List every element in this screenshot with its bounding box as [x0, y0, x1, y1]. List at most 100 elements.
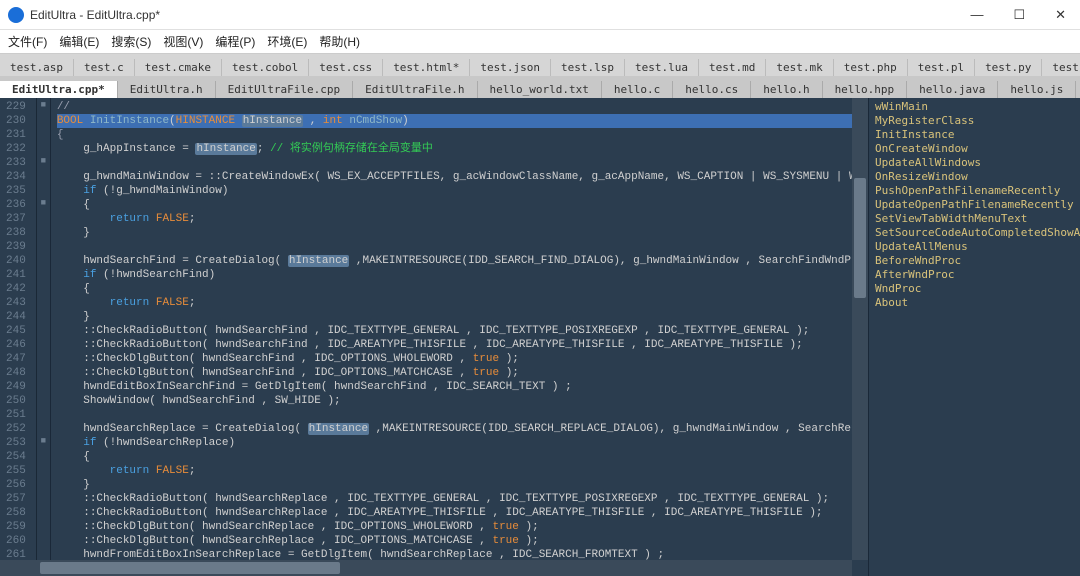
file-tab[interactable]: EditUltra.cpp*	[0, 81, 118, 98]
code-line[interactable]	[57, 156, 862, 170]
symbol-item[interactable]: OnCreateWindow	[875, 142, 1074, 156]
code-line[interactable]: return FALSE;	[57, 296, 862, 310]
file-tab[interactable]: hello.txt	[1076, 81, 1080, 98]
symbol-item[interactable]: OnResizeWindow	[875, 170, 1074, 184]
fold-marker[interactable]	[37, 224, 50, 238]
fold-marker[interactable]	[37, 210, 50, 224]
fold-marker[interactable]: ■	[37, 434, 50, 448]
fold-marker[interactable]: ■	[37, 98, 50, 112]
code-line[interactable]: ShowWindow( hwndSearchFind , SW_HIDE );	[57, 394, 862, 408]
symbol-item[interactable]: PushOpenPathFilenameRecently	[875, 184, 1074, 198]
fold-marker[interactable]	[37, 490, 50, 504]
fold-marker[interactable]	[37, 378, 50, 392]
fold-marker[interactable]	[37, 280, 50, 294]
code-line[interactable]: if (!hwndSearchFind)	[57, 268, 862, 282]
code-area[interactable]: //BOOL InitInstance(HINSTANCE hInstance …	[51, 98, 868, 576]
code-line[interactable]: return FALSE;	[57, 464, 862, 478]
filetype-tab[interactable]: test.cobol	[222, 59, 309, 76]
file-tab[interactable]: hello_world.txt	[478, 81, 602, 98]
code-line[interactable]: g_hwndMainWindow = ::CreateWindowEx( WS_…	[57, 170, 862, 184]
code-line[interactable]: ::CheckDlgButton( hwndSearchReplace , ID…	[57, 520, 862, 534]
menu-item[interactable]: 文件(F)	[8, 33, 47, 50]
filetype-tab[interactable]: test.cmake	[135, 59, 222, 76]
code-line[interactable]: }	[57, 478, 862, 492]
filetype-tab[interactable]: test.lua	[625, 59, 699, 76]
symbol-item[interactable]: InitInstance	[875, 128, 1074, 142]
symbol-item[interactable]: MyRegisterClass	[875, 114, 1074, 128]
filetype-tab[interactable]: test.mk	[766, 59, 833, 76]
file-tab[interactable]: EditUltraFile.h	[353, 81, 477, 98]
horizontal-scroll-thumb[interactable]	[40, 562, 340, 574]
code-line[interactable]: return FALSE;	[57, 212, 862, 226]
fold-marker[interactable]	[37, 364, 50, 378]
symbol-item[interactable]: wWinMain	[875, 100, 1074, 114]
file-tab[interactable]: hello.java	[907, 81, 998, 98]
fold-marker[interactable]	[37, 126, 50, 140]
symbol-item[interactable]: BeforeWndProc	[875, 254, 1074, 268]
code-line[interactable]: {	[57, 128, 862, 142]
filetype-tab[interactable]: test.lsp	[551, 59, 625, 76]
filetype-tab[interactable]: test.css	[309, 59, 383, 76]
fold-marker[interactable]	[37, 294, 50, 308]
fold-marker[interactable]: ■	[37, 196, 50, 210]
filetype-tab[interactable]: test.rb	[1042, 59, 1080, 76]
menu-item[interactable]: 帮助(H)	[319, 33, 360, 50]
file-tab[interactable]: hello.cs	[673, 81, 751, 98]
fold-marker[interactable]	[37, 322, 50, 336]
file-tab[interactable]: hello.c	[602, 81, 673, 98]
filetype-tab[interactable]: test.php	[834, 59, 908, 76]
menu-item[interactable]: 编辑(E)	[59, 33, 99, 50]
filetype-tab[interactable]: test.pl	[908, 59, 975, 76]
fold-marker[interactable]	[37, 308, 50, 322]
code-line[interactable]: hwndEditBoxInSearchFind = GetDlgItem( hw…	[57, 380, 862, 394]
symbol-item[interactable]: WndProc	[875, 282, 1074, 296]
fold-marker[interactable]	[37, 238, 50, 252]
symbol-item[interactable]: SetSourceCodeAutoCompletedShowAft	[875, 226, 1074, 240]
code-line[interactable]: g_hAppInstance = hInstance; // 将实例句柄存储在全…	[57, 142, 862, 156]
symbol-item[interactable]: About	[875, 296, 1074, 310]
code-line[interactable]: ::CheckRadioButton( hwndSearchFind , IDC…	[57, 324, 862, 338]
file-tab[interactable]: hello.hpp	[823, 81, 908, 98]
code-line[interactable]	[57, 240, 862, 254]
fold-marker[interactable]	[37, 112, 50, 126]
fold-marker[interactable]: ■	[37, 154, 50, 168]
menu-item[interactable]: 环境(E)	[267, 33, 307, 50]
fold-marker[interactable]	[37, 252, 50, 266]
symbol-item[interactable]: UpdateOpenPathFilenameRecently	[875, 198, 1074, 212]
code-line[interactable]: ::CheckRadioButton( hwndSearchFind , IDC…	[57, 338, 862, 352]
menu-item[interactable]: 编程(P)	[215, 33, 255, 50]
fold-marker[interactable]	[37, 336, 50, 350]
symbol-item[interactable]: SetViewTabWidthMenuText	[875, 212, 1074, 226]
maximize-button[interactable]: ☐	[1007, 5, 1031, 25]
fold-marker[interactable]	[37, 392, 50, 406]
code-line[interactable]: {	[57, 450, 862, 464]
file-tab[interactable]: EditUltraFile.cpp	[216, 81, 354, 98]
fold-marker[interactable]	[37, 518, 50, 532]
code-line[interactable]: ::CheckDlgButton( hwndSearchFind , IDC_O…	[57, 366, 862, 380]
filetype-tab[interactable]: test.json	[470, 59, 551, 76]
symbol-item[interactable]: UpdateAllMenus	[875, 240, 1074, 254]
code-line[interactable]: hwndSearchReplace = CreateDialog( hInsta…	[57, 422, 862, 436]
code-line[interactable]: //	[57, 100, 862, 114]
code-line[interactable]: hwndSearchFind = CreateDialog( hInstance…	[57, 254, 862, 268]
fold-marker[interactable]	[37, 168, 50, 182]
code-line[interactable]: }	[57, 226, 862, 240]
filetype-tab[interactable]: test.html*	[383, 59, 470, 76]
file-tab[interactable]: EditUltra.h	[118, 81, 216, 98]
fold-marker[interactable]	[37, 462, 50, 476]
file-tab[interactable]: hello.js	[998, 81, 1076, 98]
fold-marker[interactable]	[37, 266, 50, 280]
symbol-item[interactable]: AfterWndProc	[875, 268, 1074, 282]
code-line[interactable]: if (!g_hwndMainWindow)	[57, 184, 862, 198]
filetype-tab[interactable]: test.c	[74, 59, 135, 76]
vertical-scroll-thumb[interactable]	[854, 178, 866, 298]
code-line[interactable]: }	[57, 310, 862, 324]
code-line[interactable]: ::CheckRadioButton( hwndSearchReplace , …	[57, 506, 862, 520]
filetype-tab[interactable]: test.md	[699, 59, 766, 76]
filetype-tab[interactable]: test.py	[975, 59, 1042, 76]
minimize-button[interactable]: —	[964, 5, 989, 25]
code-line[interactable]: if (!hwndSearchReplace)	[57, 436, 862, 450]
fold-marker[interactable]	[37, 140, 50, 154]
fold-marker[interactable]	[37, 182, 50, 196]
close-button[interactable]: ✕	[1049, 5, 1072, 25]
